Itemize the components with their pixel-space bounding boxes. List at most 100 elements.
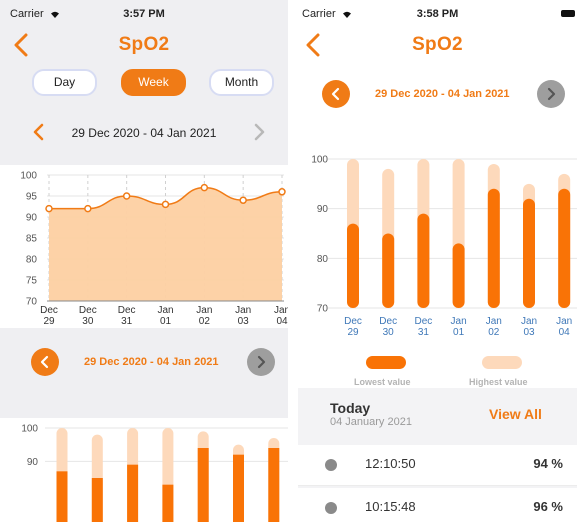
reading-value: 96 % (533, 499, 563, 514)
reading-dot-icon (325, 459, 337, 471)
y-tick-label: 85 (26, 234, 38, 245)
x-tick-label-day: 03 (523, 327, 535, 338)
data-point (161, 200, 170, 209)
x-tick-label-day: 01 (160, 316, 172, 327)
bar-lowest (162, 484, 174, 522)
bar-lowest (487, 188, 500, 308)
y-tick-label: 95 (26, 192, 38, 203)
y-tick-label: 100 (21, 424, 38, 435)
x-tick-label-day: 31 (418, 327, 430, 338)
previous-range-button[interactable] (31, 348, 59, 376)
y-tick-label: 90 (27, 457, 39, 468)
reading-row[interactable]: 12:10:50 94 % (298, 445, 577, 485)
data-point (122, 192, 131, 200)
x-tick-label-month: Jan (556, 316, 572, 327)
date-range-navigator: 29 Dec 2020 - 04 Jan 2021 (0, 120, 288, 144)
reading-row[interactable]: 10:15:48 96 % (298, 488, 577, 522)
status-bar: Carrier 3:57 PM (0, 0, 288, 24)
legend-highest-swatch (482, 356, 522, 369)
bar-lowest (268, 448, 280, 522)
data-point (200, 183, 209, 192)
bar-lowest (56, 471, 68, 522)
x-tick-label-day: 02 (199, 316, 211, 327)
tab-month[interactable]: Month (209, 69, 274, 96)
x-tick-label-day: 29 (347, 327, 359, 338)
x-tick-label-day: 03 (238, 316, 250, 327)
x-tick-label-month: Jan (486, 316, 502, 327)
bar-lowest (558, 188, 571, 308)
bar-lowest (91, 478, 103, 522)
area-chart-panel: 70 75 80 85 90 95 100 Dec 29 Dec 30 Dec 31 Jan 01 Jan 02… (0, 165, 288, 328)
data-point (45, 204, 53, 213)
x-tick-label-month: Dec (79, 305, 97, 316)
battery-icon (561, 10, 575, 17)
bar-lowest (233, 454, 244, 522)
date-range-label: 29 Dec 2020 - 04 Jan 2021 (375, 88, 510, 100)
data-point (278, 188, 286, 196)
x-tick-label-month: Dec (415, 316, 433, 327)
next-range-button[interactable] (247, 348, 275, 376)
bar-lowest (523, 198, 535, 308)
status-bar: Carrier 3:58 PM (298, 0, 577, 24)
legend-highest-label: Highest value (469, 377, 528, 387)
today-title: Today (330, 400, 371, 416)
x-tick-label-month: Jan (451, 316, 467, 327)
row-separator (298, 485, 577, 486)
view-all-link[interactable]: View All (489, 406, 542, 422)
y-tick-label: 70 (26, 297, 38, 308)
x-tick-label-day: 31 (121, 316, 133, 327)
legend-lowest-label: Lowest value (354, 377, 411, 387)
page-title: SpO2 (412, 34, 463, 55)
previous-range-button[interactable] (322, 80, 350, 108)
left-screen: Carrier 3:57 PM SpO2 Day Week Month 29 D… (0, 0, 288, 522)
spo2-bar-chart-partial: 90 100 (21, 424, 288, 522)
x-tick-label-month: Jan (521, 316, 537, 327)
reading-time: 12:10:50 (365, 456, 416, 471)
y-tick-label: 75 (26, 276, 38, 287)
x-tick-label-day: 30 (383, 327, 395, 338)
x-tick-label-month: Jan (157, 305, 173, 316)
x-tick-label-month: Dec (118, 305, 136, 316)
data-point (84, 204, 92, 213)
date-range-label: 29 Dec 2020 - 04 Jan 2021 (71, 126, 217, 140)
y-tick-label: 90 (317, 204, 329, 215)
y-tick-label: 80 (317, 254, 329, 265)
date-range-label-secondary: 29 Dec 2020 - 04 Jan 2021 (84, 356, 219, 368)
x-tick-label-day: 02 (488, 327, 500, 338)
status-time: 3:57 PM (123, 8, 165, 20)
legend-lowest-swatch (366, 356, 406, 369)
x-tick-label-day: 04 (559, 327, 571, 338)
next-week-icon[interactable] (252, 123, 266, 141)
spo2-area-chart: 707580859095100Dec29Dec30Dec31Jan01Jan02… (20, 171, 288, 328)
y-tick-label: 100 (20, 171, 37, 182)
chevron-left-icon (40, 355, 49, 369)
next-range-button[interactable] (537, 80, 565, 108)
reading-value: 94 % (533, 456, 563, 471)
x-tick-label-month: Jan (196, 305, 212, 316)
reading-time: 10:15:48 (365, 499, 416, 514)
bar-lowest (347, 223, 359, 308)
bar-lowest (127, 464, 139, 522)
chevron-right-icon (257, 355, 266, 369)
y-tick-label: 100 (311, 155, 328, 166)
x-tick-label-day: 30 (82, 316, 94, 327)
tab-day[interactable]: Day (32, 69, 97, 96)
status-time: 3:58 PM (416, 8, 459, 20)
reading-dot-icon (325, 502, 337, 514)
bar-lowest (197, 448, 209, 522)
right-screen: Carrier 3:58 PM SpO2 29 Dec 2020 - 04 Ja… (298, 0, 577, 522)
y-tick-label: 90 (26, 213, 38, 224)
bar-lowest (382, 233, 395, 308)
x-tick-label-month: Dec (379, 316, 397, 327)
page-title: SpO2 (118, 34, 170, 55)
x-tick-label-day: 04 (276, 316, 288, 327)
x-tick-label-month: Dec (40, 305, 58, 316)
screen-divider (288, 0, 298, 522)
x-tick-label-month: Jan (235, 305, 251, 316)
today-date: 04 January 2021 (330, 416, 412, 428)
bar-chart-panel-left: 90 100 (0, 418, 288, 522)
tab-week[interactable]: Week (121, 69, 186, 96)
spo2-bar-chart: 708090100Dec29Dec30Dec31Jan01Jan02Jan03J… (311, 155, 577, 338)
x-tick-label-day: 01 (453, 327, 465, 338)
bar-lowest (452, 243, 465, 308)
